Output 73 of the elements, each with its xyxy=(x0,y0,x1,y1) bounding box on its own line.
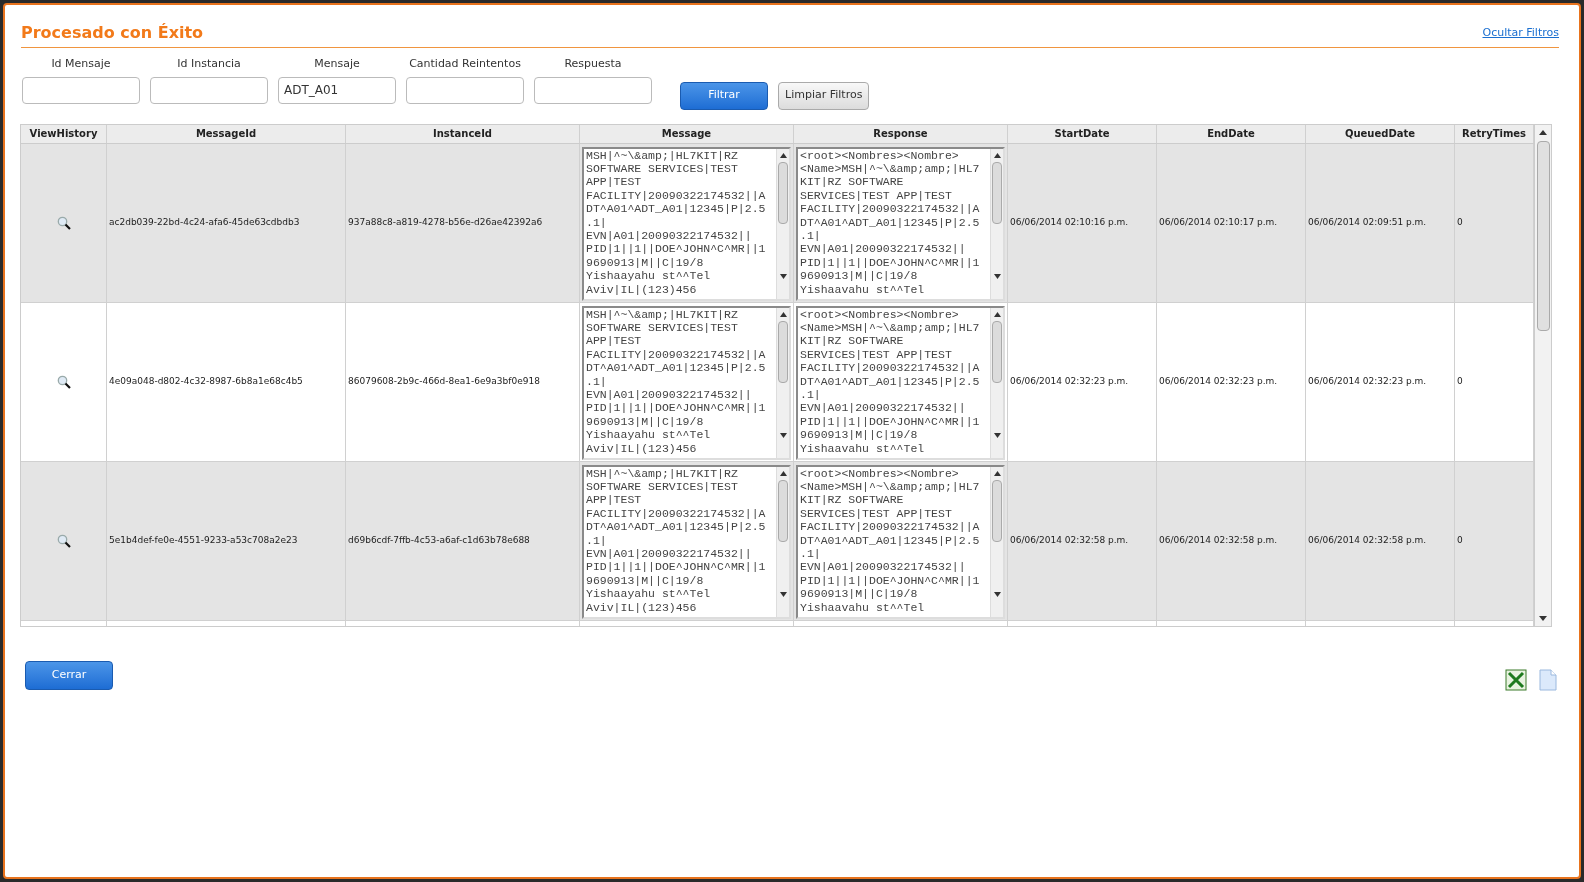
text-area[interactable]: MSH|^~\&amp;|HL7KIT|RZ SOFTWARE SERVICES|TEST APP|TEST FACILITY|20090322174532||A DT^A01^ADT_A01|12345|P|2.5 .1| EVN|A01|20090322174532|| PID|1||1||DOE^JOHN^C^MR||1 9690913|M||C|19/8 Yishaayahu st^^Tel Aviv|IL|(123)456 xyxy=(582,305,791,460)
filter-field[interactable] xyxy=(406,76,524,104)
table-cell-text: 0 xyxy=(1457,215,1463,229)
table-cell-text: 06/06/2014 02:09:51 p.m. xyxy=(1308,215,1427,229)
scroll-down-icon[interactable] xyxy=(1539,615,1547,621)
magnifier-icon[interactable] xyxy=(56,374,71,389)
magnifier-icon[interactable] xyxy=(56,215,71,230)
scroll-up-icon[interactable] xyxy=(779,152,787,158)
scroll-down-icon[interactable] xyxy=(779,591,787,597)
scroll-down-icon[interactable] xyxy=(779,432,787,438)
filter-label: Respuesta xyxy=(564,56,622,72)
close-button[interactable]: Cerrar xyxy=(25,661,113,690)
column-header[interactable]: Message xyxy=(661,126,712,141)
table-cell-text: ac2db039-22bd-4c24-afa6-45de63cdbdb3 xyxy=(109,215,300,229)
filter-label: Mensaje xyxy=(314,56,360,72)
scroll-up-icon[interactable] xyxy=(993,152,1001,158)
hide-filters-link[interactable]: Ocultar Filtros xyxy=(1482,24,1559,41)
scroll-down-icon[interactable] xyxy=(779,273,787,279)
table-cell-text: 06/06/2014 02:32:58 p.m. xyxy=(1010,533,1129,547)
text-area[interactable]: MSH|^~\&amp;|HL7KIT|RZ SOFTWARE SERVICES|TEST APP|TEST FACILITY|20090322174532||A DT^A01^ADT_A01|12345|P|2.5 .1| EVN|A01|20090322174532|| PID|1||1||DOE^JOHN^C^MR||1 9690913|M||C|19/8 Yishaayahu st^^Tel Aviv|IL|(123)456 xyxy=(582,146,791,301)
table-cell-text: 06/06/2014 02:32:58 p.m. xyxy=(1308,533,1427,547)
filter-label: Cantidad Reintentos xyxy=(409,56,521,72)
text-area[interactable]: <root><Nombres><Nombre> <Name>MSH|^~\&amp;amp;|HL7 KIT|RZ SOFTWARE SERVICES|TEST APP|TEST FACILITY|20090322174532||A DT^A01^ADT_A01|12345|P|2.5 .1| EVN|A01|20090322174532|| PID|1||1||DOE^JOHN^C^MR||1 9690913|M||C|19/8 Yishaavahu st^^Tel xyxy=(796,146,1005,301)
spreadsheet-icon[interactable] xyxy=(1505,668,1527,691)
column-header[interactable]: Response xyxy=(873,126,928,141)
column-header[interactable]: RetryTimes xyxy=(1461,126,1527,141)
column-header[interactable]: MessageId xyxy=(195,126,257,141)
scroll-up-icon[interactable] xyxy=(993,470,1001,476)
filter-button[interactable]: Filtrar xyxy=(680,81,768,110)
scroll-up-icon[interactable] xyxy=(779,470,787,476)
magnifier-icon[interactable] xyxy=(56,533,71,548)
scrollbar[interactable] xyxy=(990,148,1003,299)
text-area[interactable]: <root><Nombres><Nombre> <Name>MSH|^~\&amp;amp;|HL7 KIT|RZ SOFTWARE SERVICES|TEST APP|TEST FACILITY|20090322174532||A DT^A01^ADT_A01|12345|P|2.5 .1| EVN|A01|20090322174532|| PID|1||1||DOE^JOHN^C^MR||1 9690913|M||C|19/8 Yishaavahu st^^Tel xyxy=(796,305,1005,460)
filter-label: Id Mensaje xyxy=(51,56,111,72)
scroll-up-icon[interactable] xyxy=(1539,129,1547,135)
filter-field[interactable] xyxy=(534,76,652,104)
table-cell-text: 06/06/2014 02:32:23 p.m. xyxy=(1010,374,1129,388)
scroll-down-icon[interactable] xyxy=(993,273,1001,279)
scrollbar[interactable] xyxy=(776,466,789,617)
table-cell-text: d69b6cdf-7ffb-4c53-a6af-c1d63b78e688 xyxy=(348,533,530,547)
filter-field[interactable] xyxy=(150,76,268,104)
scroll-down-icon[interactable] xyxy=(993,591,1001,597)
column-header[interactable]: ViewHistory xyxy=(29,126,98,141)
filter-label: Id Instancia xyxy=(177,56,241,72)
table-cell-text: 5e1b4def-fe0e-4551-9233-a53c708a2e23 xyxy=(109,533,298,547)
scrollbar[interactable] xyxy=(990,307,1003,458)
table-cell-text: 06/06/2014 02:32:23 p.m. xyxy=(1159,374,1278,388)
scroll-down-icon[interactable] xyxy=(993,432,1001,438)
table-cell-text: 0 xyxy=(1457,533,1463,547)
scrollbar[interactable] xyxy=(990,466,1003,617)
table-cell-text: 06/06/2014 02:32:23 p.m. xyxy=(1308,374,1427,388)
table-cell-text: 86079608-2b9c-466d-8ea1-6e9a3bf0e918 xyxy=(348,374,540,388)
table-scrollbar[interactable] xyxy=(1534,124,1551,626)
table-cell-text: 06/06/2014 02:10:16 p.m. xyxy=(1010,215,1129,229)
column-header[interactable]: QueuedDate xyxy=(1344,126,1416,141)
scroll-up-icon[interactable] xyxy=(993,311,1001,317)
table-cell-text: 06/06/2014 02:10:17 p.m. xyxy=(1159,215,1278,229)
filter-button[interactable]: Limpiar Filtros xyxy=(778,81,870,110)
column-header[interactable]: InstanceId xyxy=(433,126,492,141)
filter-field[interactable] xyxy=(22,76,140,104)
page-title: Procesado con Éxito xyxy=(21,22,204,44)
table-cell-text: 06/06/2014 02:32:58 p.m. xyxy=(1159,533,1278,547)
text-area[interactable]: <root><Nombres><Nombre> <Name>MSH|^~\&amp;amp;|HL7 KIT|RZ SOFTWARE SERVICES|TEST APP|TEST FACILITY|20090322174532||A DT^A01^ADT_A01|12345|P|2.5 .1| EVN|A01|20090322174532|| PID|1||1||DOE^JOHN^C^MR||1 9690913|M||C|19/8 Yishaavahu st^^Tel xyxy=(796,464,1005,619)
text-area[interactable]: MSH|^~\&amp;|HL7KIT|RZ SOFTWARE SERVICES|TEST APP|TEST FACILITY|20090322174532||A DT^A01^ADT_A01|12345|P|2.5 .1| EVN|A01|20090322174532|| PID|1||1||DOE^JOHN^C^MR||1 9690913|M||C|19/8 Yishaayahu st^^Tel Aviv|IL|(123)456 xyxy=(582,464,791,619)
scrollbar[interactable] xyxy=(776,148,789,299)
table-cell-text: 4e09a048-d802-4c32-8987-6b8a1e68c4b5 xyxy=(109,374,303,388)
scroll-up-icon[interactable] xyxy=(779,311,787,317)
filter-field[interactable]: ADT_A01 xyxy=(278,76,396,104)
table-cell-text: 0 xyxy=(1457,374,1463,388)
table-cell-text: 937a88c8-a819-4278-b56e-d26ae42392a6 xyxy=(348,215,543,229)
scrollbar[interactable] xyxy=(776,307,789,458)
column-header[interactable]: StartDate xyxy=(1054,126,1110,141)
column-header[interactable]: EndDate xyxy=(1207,126,1255,141)
